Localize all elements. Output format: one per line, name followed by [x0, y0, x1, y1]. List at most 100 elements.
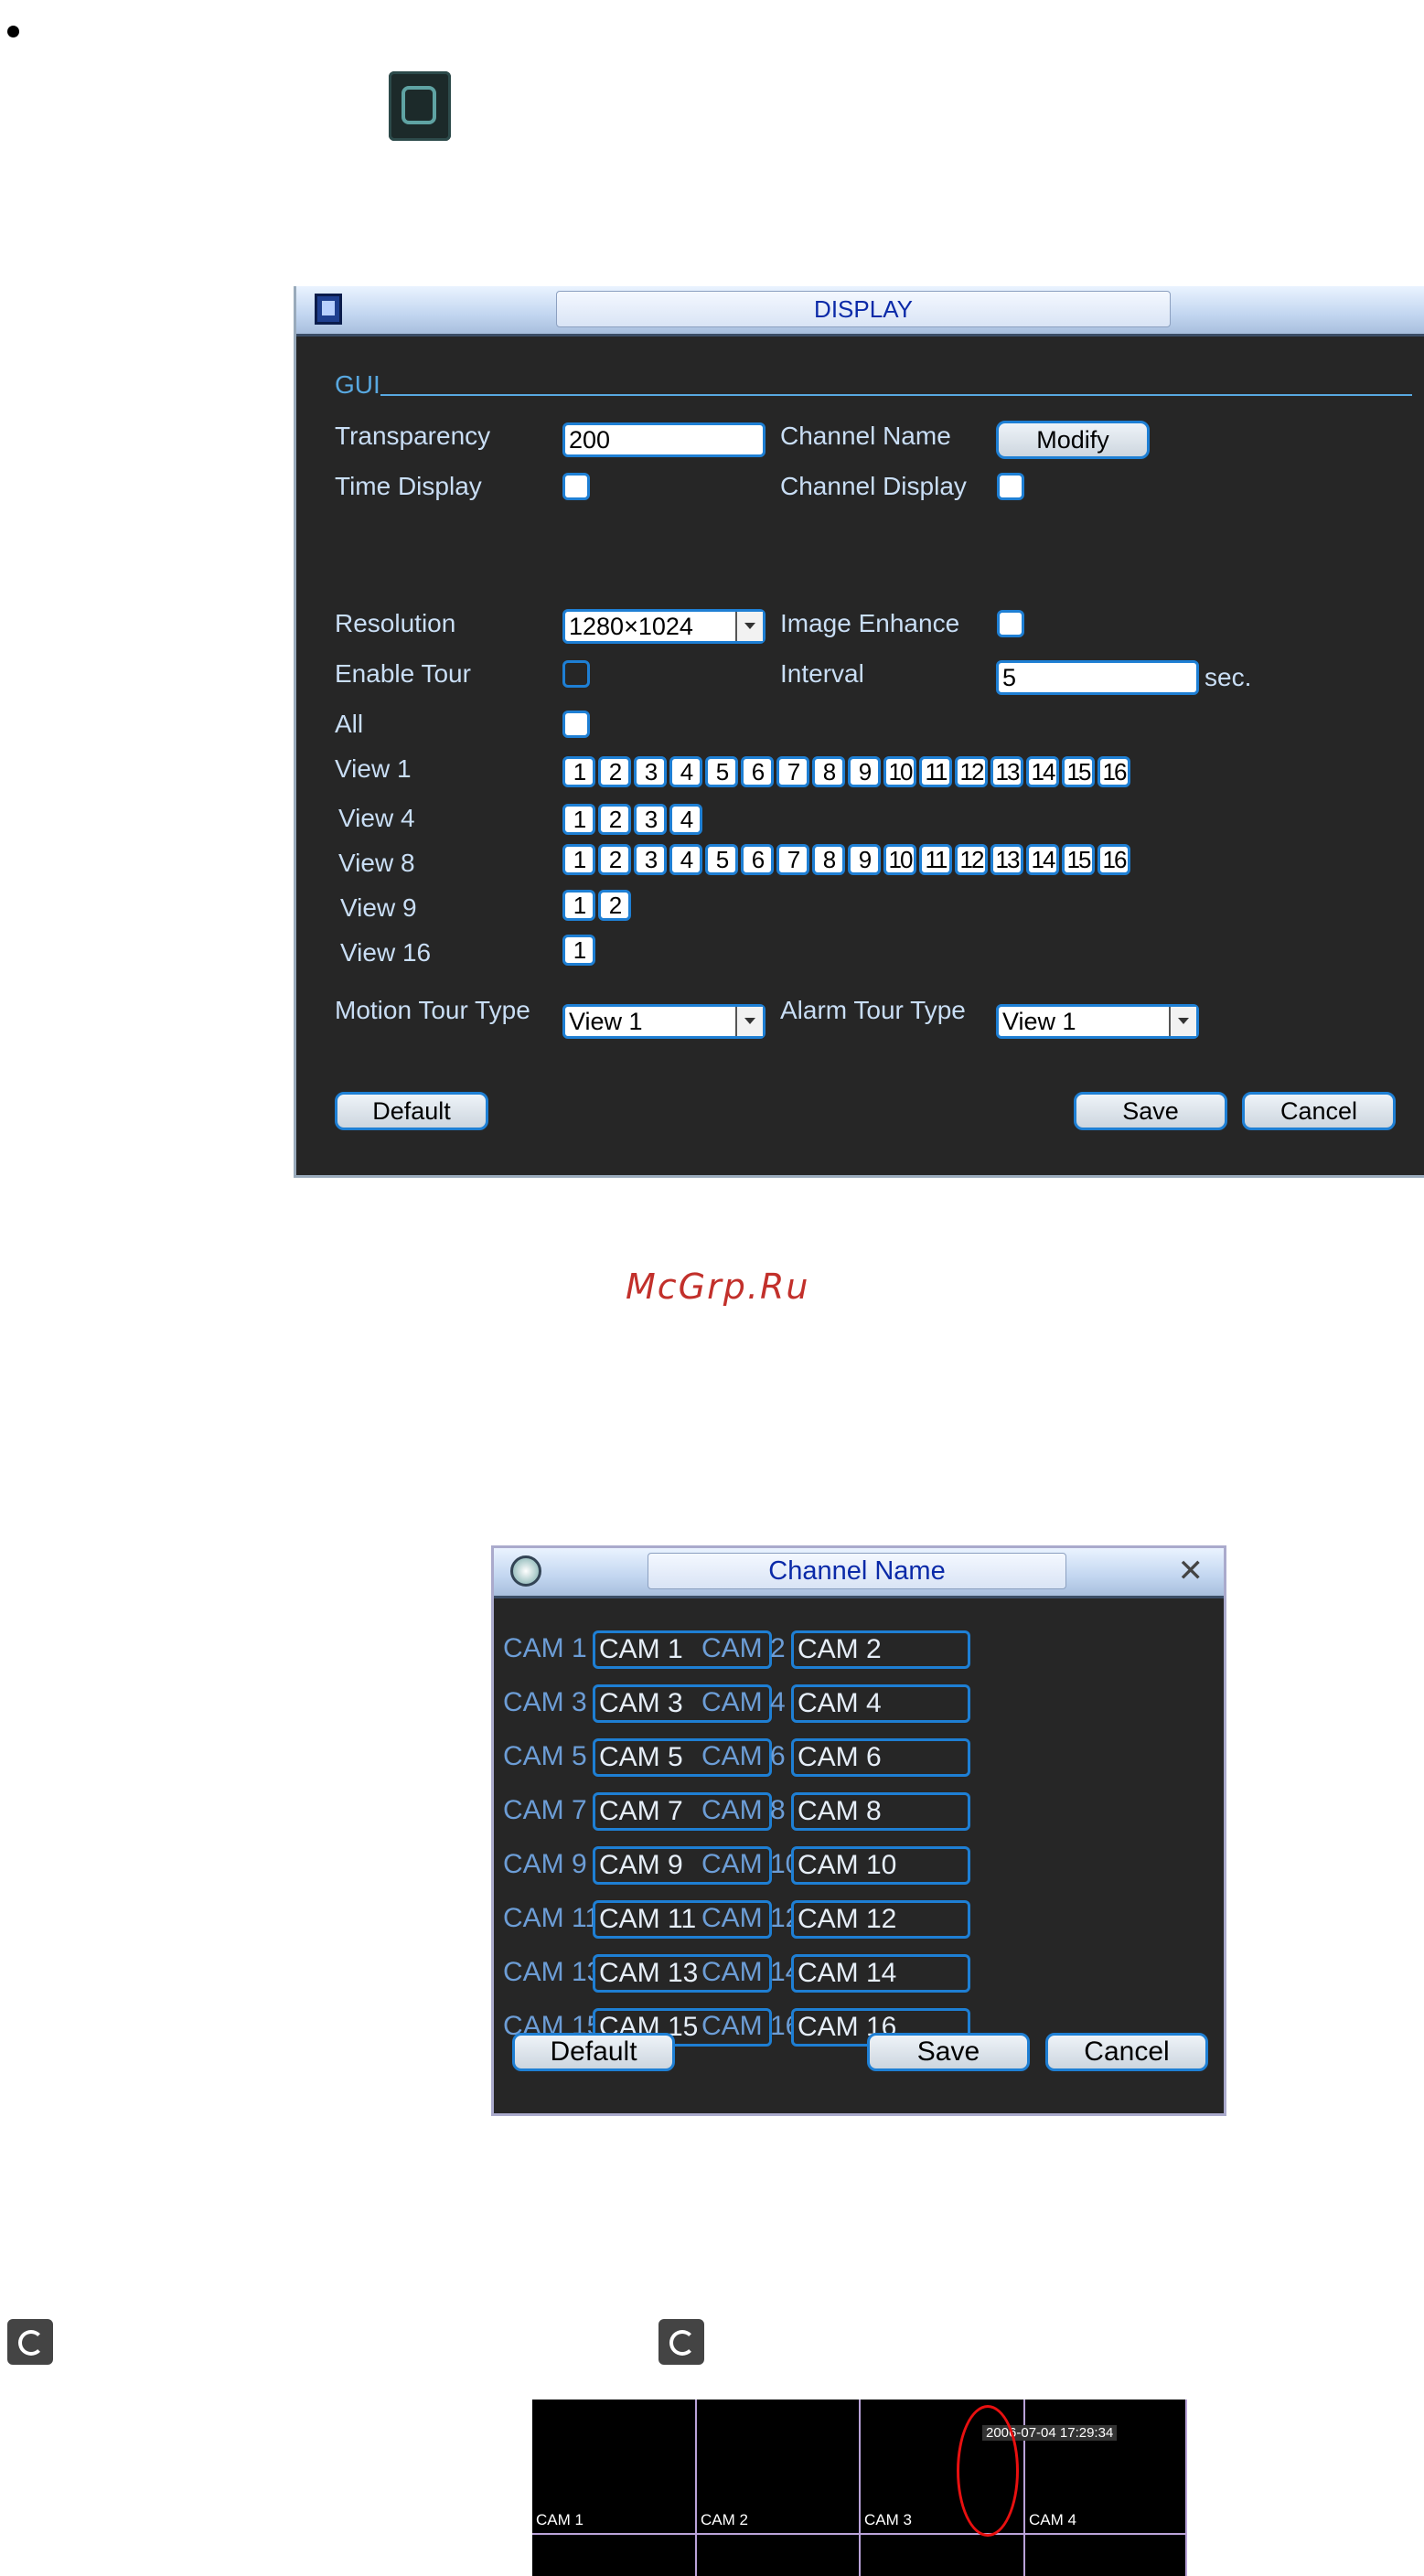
channel-label: CAM 3 — [503, 1687, 587, 1717]
resolution-label: Resolution — [335, 609, 456, 637]
cam-label: CAM 2 — [701, 2511, 748, 2528]
channel-name-label: Channel Name — [780, 422, 951, 450]
transparency-input[interactable]: 200 — [562, 422, 766, 457]
interval-label: Interval — [780, 659, 864, 688]
enable-tour-checkbox[interactable] — [562, 660, 590, 688]
alarm-tour-type-select[interactable]: View 1 — [996, 1004, 1199, 1039]
default-button[interactable]: Default — [335, 1092, 488, 1130]
channel-number-box[interactable]: 8 — [812, 756, 845, 787]
channel-number-box[interactable]: 15 — [1062, 756, 1095, 787]
video-cell[interactable]: CAM 4 — [1025, 2400, 1187, 2535]
modify-button[interactable]: Modify — [996, 421, 1150, 459]
channel-default-button[interactable]: Default — [512, 2033, 675, 2071]
channel-number-box[interactable]: 7 — [776, 756, 809, 787]
channel-number-box[interactable]: 2 — [598, 844, 631, 875]
image-enhance-checkbox[interactable] — [997, 610, 1024, 637]
channel-name-input[interactable]: CAM 8 — [791, 1792, 970, 1831]
channel-label: CAM 16 — [701, 2011, 801, 2041]
cam-label: CAM 4 — [1029, 2511, 1076, 2528]
chevron-down-icon[interactable] — [1169, 1007, 1196, 1036]
watermark: McGrp.Ru — [626, 1267, 810, 1307]
channel-number-box[interactable]: 15 — [1062, 844, 1095, 875]
chevron-down-icon[interactable] — [735, 612, 763, 641]
view4-channels: 1234 — [562, 804, 702, 835]
channel-number-box[interactable]: 13 — [990, 844, 1023, 875]
channel-number-box[interactable]: 12 — [955, 756, 988, 787]
save-button[interactable]: Save — [1074, 1092, 1227, 1130]
channel-number-box[interactable]: 6 — [741, 756, 774, 787]
video-grid: CAM 1 CAM 2 CAM 3 CAM 4 2006-07-04 17:29… — [532, 2400, 1187, 2576]
chevron-down-icon[interactable] — [735, 1007, 763, 1036]
view16-channels: 1 — [562, 935, 595, 966]
view1-label: View 1 — [335, 754, 412, 783]
channel-number-box[interactable]: 12 — [955, 844, 988, 875]
channel-number-box[interactable]: 1 — [562, 756, 595, 787]
motion-tour-type-label: Motion Tour Type — [335, 996, 530, 1024]
video-cell[interactable]: CAM 1 — [532, 2400, 697, 2535]
channel-number-box[interactable]: 4 — [669, 804, 702, 835]
tour-icon — [389, 71, 451, 141]
interval-input[interactable]: 5 — [996, 660, 1199, 695]
channel-name-input[interactable]: CAM 6 — [791, 1738, 970, 1777]
channel-number-box[interactable]: 1 — [562, 935, 595, 966]
channel-name-input[interactable]: CAM 4 — [791, 1684, 970, 1723]
channel-number-box[interactable]: 9 — [848, 756, 881, 787]
channel-number-box[interactable]: 10 — [883, 844, 916, 875]
channel-display-checkbox[interactable] — [997, 473, 1024, 500]
channel-number-box[interactable]: 6 — [741, 844, 774, 875]
time-display-checkbox[interactable] — [562, 473, 590, 500]
channel-number-box[interactable]: 7 — [776, 844, 809, 875]
motion-tour-type-select[interactable]: View 1 — [562, 1004, 766, 1039]
highlight-oval — [957, 2405, 1019, 2537]
channel-number-box[interactable]: 14 — [1026, 756, 1059, 787]
refresh-icon — [7, 2319, 53, 2365]
view4-label: View 4 — [338, 804, 415, 832]
view8-label: View 8 — [338, 849, 415, 877]
cancel-button[interactable]: Cancel — [1242, 1092, 1396, 1130]
close-icon[interactable]: ✕ — [1178, 1555, 1205, 1587]
channel-number-box[interactable]: 5 — [705, 844, 738, 875]
channel-number-box[interactable]: 5 — [705, 756, 738, 787]
channel-number-box[interactable]: 2 — [598, 804, 631, 835]
channel-number-box[interactable]: 11 — [919, 844, 952, 875]
channel-number-box[interactable]: 1 — [562, 844, 595, 875]
image-enhance-label: Image Enhance — [780, 609, 960, 637]
channel-number-box[interactable]: 4 — [669, 756, 702, 787]
channel-number-box[interactable]: 2 — [598, 890, 631, 921]
channel-number-box[interactable]: 10 — [883, 756, 916, 787]
channel-number-box[interactable]: 1 — [562, 804, 595, 835]
video-cell[interactable] — [697, 2535, 861, 2576]
channel-number-box[interactable]: 4 — [669, 844, 702, 875]
channel-name-input[interactable]: CAM 14 — [791, 1954, 970, 1993]
view9-channels: 12 — [562, 890, 631, 921]
channel-label: CAM 4 — [701, 1687, 786, 1717]
channel-number-box[interactable]: 16 — [1097, 844, 1130, 875]
channel-number-box[interactable]: 13 — [990, 756, 1023, 787]
channel-number-box[interactable]: 8 — [812, 844, 845, 875]
channel-name-input[interactable]: CAM 2 — [791, 1630, 970, 1669]
channel-number-box[interactable]: 11 — [919, 756, 952, 787]
refresh-active-icon — [658, 2319, 704, 2365]
channel-number-box[interactable]: 3 — [634, 756, 667, 787]
video-cell[interactable] — [861, 2535, 1025, 2576]
resolution-select[interactable]: 1280×1024 — [562, 609, 766, 644]
channel-save-button[interactable]: Save — [867, 2033, 1030, 2071]
globe-icon — [510, 1555, 541, 1587]
channel-name-input[interactable]: CAM 12 — [791, 1900, 970, 1939]
channel-number-box[interactable]: 3 — [634, 804, 667, 835]
channel-number-box[interactable]: 16 — [1097, 756, 1130, 787]
video-cell[interactable] — [1025, 2535, 1187, 2576]
view9-label: View 9 — [340, 893, 417, 922]
channel-number-box[interactable]: 1 — [562, 890, 595, 921]
channel-number-box[interactable]: 2 — [598, 756, 631, 787]
channel-number-box[interactable]: 9 — [848, 844, 881, 875]
video-cell[interactable] — [532, 2535, 697, 2576]
channel-number-box[interactable]: 3 — [634, 844, 667, 875]
video-cell[interactable]: CAM 2 — [697, 2400, 861, 2535]
channel-number-box[interactable]: 14 — [1026, 844, 1059, 875]
display-title: DISPLAY — [556, 291, 1171, 327]
channel-label: CAM 5 — [503, 1741, 587, 1771]
channel-cancel-button[interactable]: Cancel — [1045, 2033, 1208, 2071]
channel-name-input[interactable]: CAM 10 — [791, 1846, 970, 1885]
all-checkbox[interactable] — [562, 711, 590, 738]
